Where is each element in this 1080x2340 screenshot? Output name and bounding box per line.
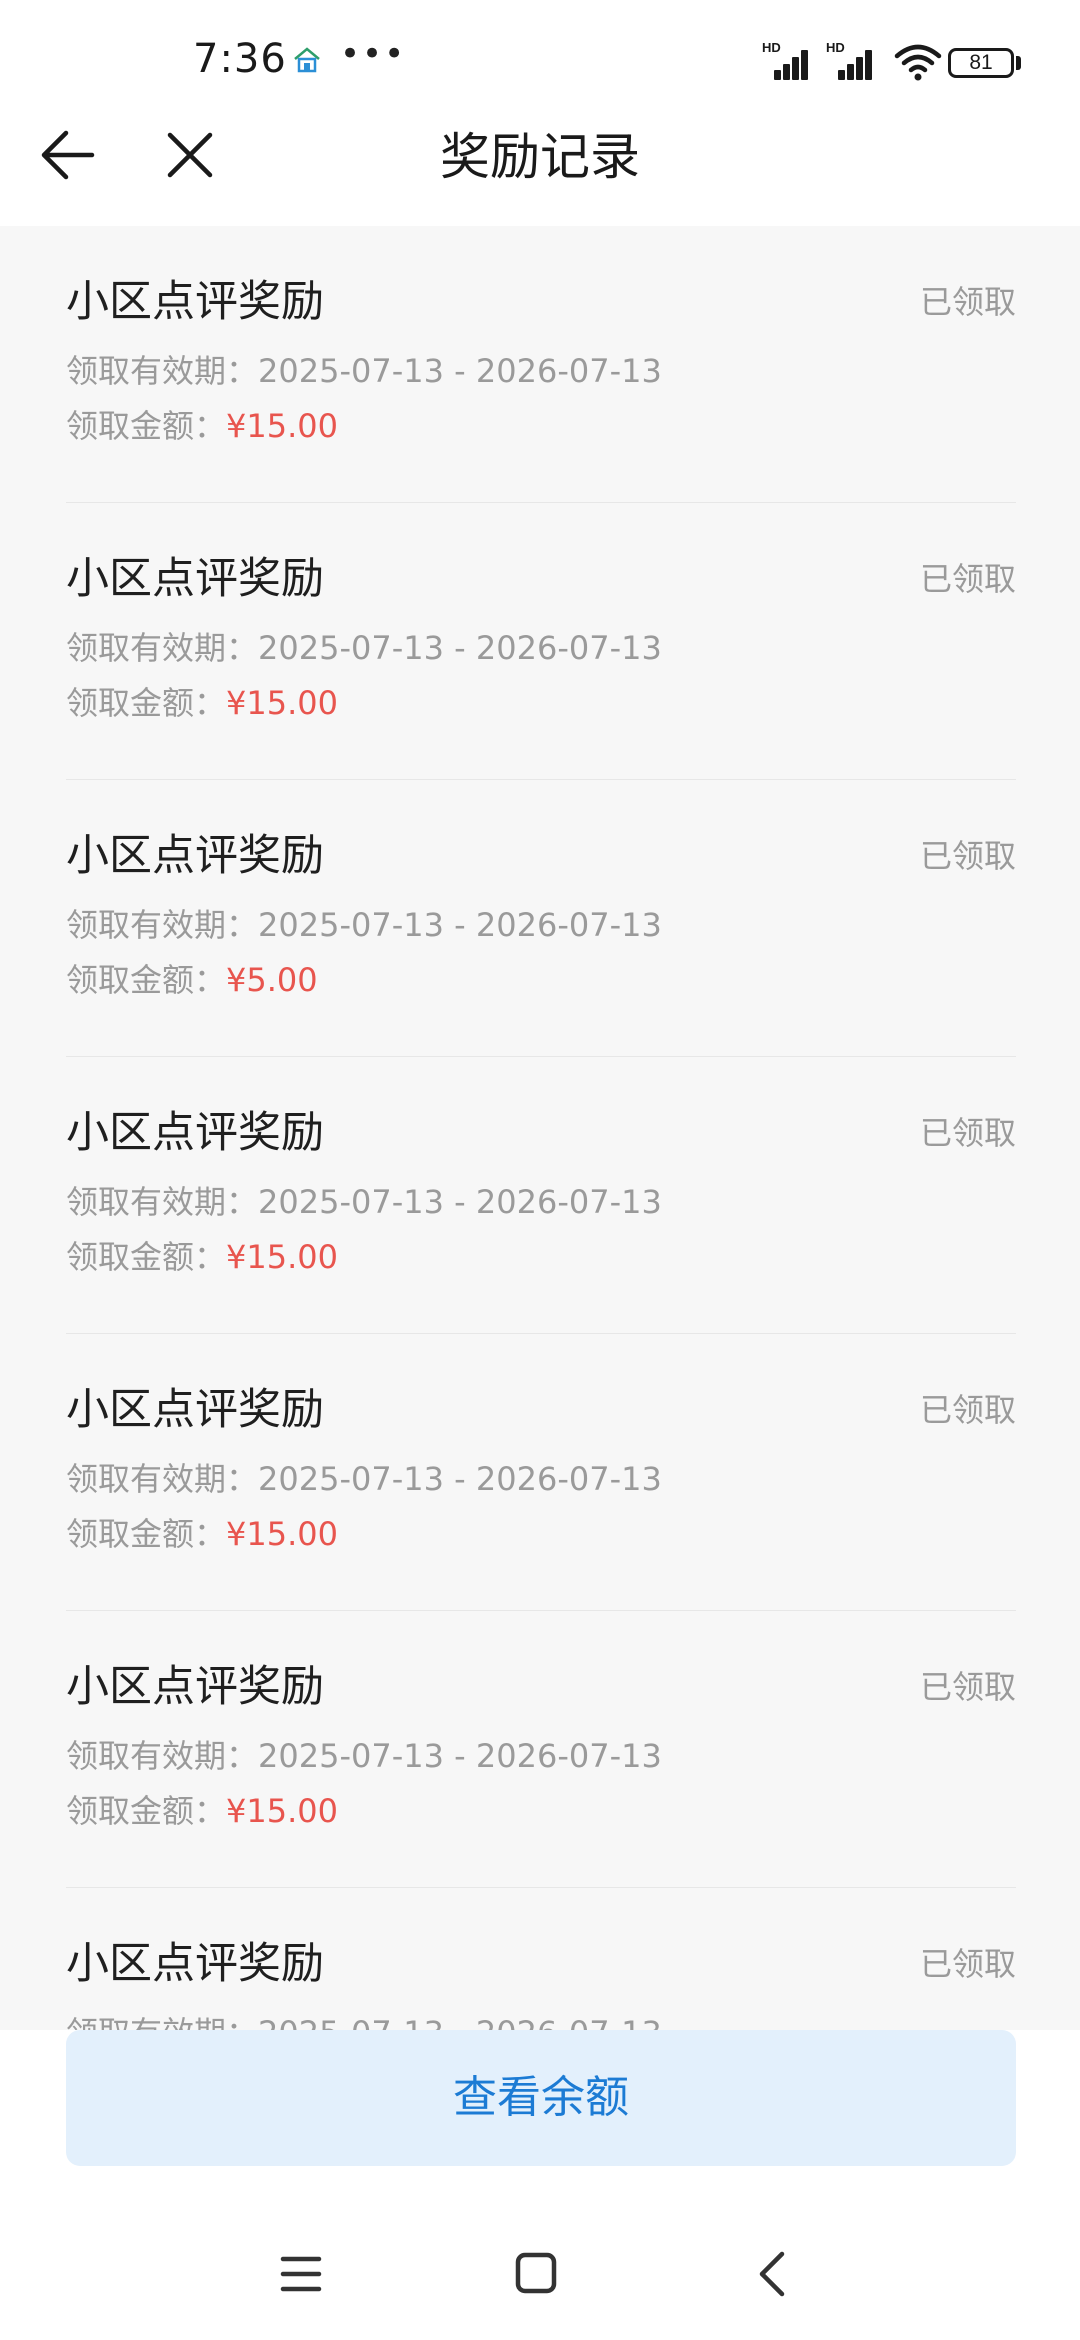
record-status: 已领取 [919,283,1016,321]
record-status: 已领取 [919,1391,1016,1429]
records-list[interactable]: 小区点评奖励 已领取 领取有效期：2025-07-13 - 2026-07-13… [0,226,1080,2030]
record-validity: 领取有效期：2025-07-13 - 2026-07-13 [66,2010,662,2030]
list-item: 小区点评奖励 已领取 领取有效期：2025-07-13 - 2026-07-13… [66,780,1016,1057]
record-title: 小区点评奖励 [66,831,324,881]
record-amount: ¥5.00 [226,961,318,999]
record-validity: 领取有效期：2025-07-13 - 2026-07-13 [66,906,662,944]
record-amount: ¥15.00 [226,1792,338,1830]
page-title: 奖励记录 [440,128,640,186]
record-amount-line: 领取金额：¥15.00 [66,407,338,445]
battery-tip [1016,56,1021,70]
back-icon[interactable] [754,2250,790,2298]
wifi-icon [894,44,942,81]
status-icons: HD HD 81 [680,0,1080,120]
record-validity: 领取有效期：2025-07-13 - 2026-07-13 [66,352,662,390]
more-notifications-icon: ••• [340,34,407,74]
record-title: 小区点评奖励 [66,554,324,604]
signal-hd-label: HD [762,40,781,55]
record-title: 小区点评奖励 [66,277,324,327]
home-icon[interactable] [515,2252,557,2294]
record-title: 小区点评奖励 [66,1385,324,1435]
record-status: 已领取 [919,1114,1016,1152]
record-validity: 领取有效期：2025-07-13 - 2026-07-13 [66,1183,662,1221]
list-item: 小区点评奖励 已领取 领取有效期：2025-07-13 - 2026-07-13… [66,503,1016,780]
view-balance-button[interactable]: 查看余额 [66,2030,1016,2166]
record-status: 已领取 [919,1668,1016,1706]
status-time: 7:36 [193,36,287,82]
record-amount-line: 领取金额：¥15.00 [66,1792,338,1830]
record-amount: ¥15.00 [226,684,338,722]
record-amount: ¥15.00 [226,1238,338,1276]
record-status: 已领取 [919,1945,1016,1983]
record-status: 已领取 [919,560,1016,598]
record-validity: 领取有效期：2025-07-13 - 2026-07-13 [66,1737,662,1775]
record-title: 小区点评奖励 [66,1108,324,1158]
list-item: 小区点评奖励 已领取 领取有效期：2025-07-13 - 2026-07-13… [66,1334,1016,1611]
status-bar: 7:36 ••• HD HD 81 [0,0,1080,120]
record-validity: 领取有效期：2025-07-13 - 2026-07-13 [66,1460,662,1498]
list-item: 小区点评奖励 已领取 领取有效期：2025-07-13 - 2026-07-13… [66,1611,1016,1888]
list-item: 小区点评奖励 已领取 领取有效期：2025-07-13 - 2026-07-13 [66,1888,1016,2030]
record-amount-line: 领取金额：¥15.00 [66,1515,338,1553]
record-title: 小区点评奖励 [66,1662,324,1712]
record-amount: ¥15.00 [226,407,338,445]
reward-records-screen: 7:36 ••• HD HD 81 奖励记录 小区点评奖励 已领取 领取有效期：… [0,0,1080,2340]
signal-hd-label: HD [826,40,845,55]
record-amount: ¥15.00 [226,1515,338,1553]
record-amount-line: 领取金额：¥15.00 [66,684,338,722]
record-status: 已领取 [919,837,1016,875]
record-amount-line: 领取金额：¥15.00 [66,1238,338,1276]
record-title: 小区点评奖励 [66,1939,324,1989]
battery-icon: 81 [948,48,1014,78]
signal-icon: HD [762,40,816,80]
record-amount-line: 领取金额：¥5.00 [66,961,318,999]
list-item: 小区点评奖励 已领取 领取有效期：2025-07-13 - 2026-07-13… [66,226,1016,503]
menu-icon[interactable] [280,2254,322,2294]
record-validity: 领取有效期：2025-07-13 - 2026-07-13 [66,629,662,667]
home-app-icon [294,47,320,73]
list-item: 小区点评奖励 已领取 领取有效期：2025-07-13 - 2026-07-13… [66,1057,1016,1334]
signal-icon: HD [826,40,880,80]
